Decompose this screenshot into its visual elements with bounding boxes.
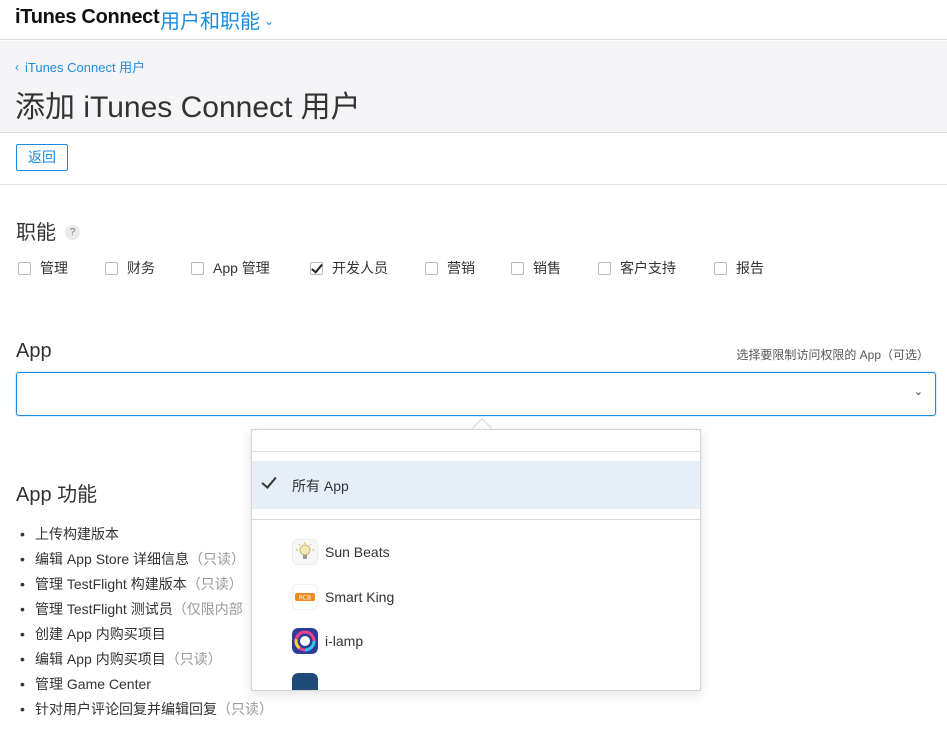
checkbox-checked[interactable] xyxy=(310,261,323,275)
roles-heading: 职能 ? xyxy=(16,216,80,245)
role-label: 管理 xyxy=(40,260,68,276)
chevron-down-icon: ⌄ xyxy=(264,14,275,28)
dropdown-item-i-lamp[interactable]: i-lamp xyxy=(252,620,700,665)
page-title: 添加 iTunes Connect 用户 xyxy=(15,91,361,124)
dropdown-item-all-apps[interactable]: 所有 App xyxy=(252,461,700,509)
page-header: ‹ iTunes Connect 用户 添加 iTunes Connect 用户 xyxy=(0,41,947,133)
svg-text:RCB: RCB xyxy=(299,595,311,602)
role-label: App 管理 xyxy=(213,260,270,276)
checkbox[interactable] xyxy=(105,261,118,275)
chevron-down-icon: ⌄ xyxy=(913,386,923,398)
smart-king-icon: RCB xyxy=(292,584,318,610)
checkmark-icon xyxy=(261,473,277,489)
features-list: • 上传构建版本 • 编辑 App Store 详细信息 （只读） • 管理 TestF… xyxy=(20,524,273,724)
role-label: 开发人员 xyxy=(332,260,388,276)
chevron-left-icon: ‹ xyxy=(15,59,19,74)
roles-title: 职能 xyxy=(16,222,56,244)
list-item: • 管理 Game Center xyxy=(20,676,151,692)
dropdown-item-smart-king[interactable]: RCB Smart King xyxy=(252,576,700,621)
role-checkbox-developer[interactable]: 开发人员 xyxy=(310,258,388,278)
breadcrumb-label: iTunes Connect 用户 xyxy=(25,60,146,75)
i-lamp-icon xyxy=(292,628,318,654)
app-label: App xyxy=(16,340,52,362)
role-checkbox-customer-support[interactable]: 客户支持 xyxy=(598,258,676,278)
checkbox[interactable] xyxy=(425,261,438,275)
sun-beats-icon xyxy=(292,539,318,565)
checkbox[interactable] xyxy=(511,261,524,275)
list-item: • 编辑 App Store 详细信息 （只读） xyxy=(20,551,246,567)
role-checkbox-app-manager[interactable]: App 管理 xyxy=(191,258,270,278)
section-menu[interactable]: 用户和职能 ⌄ xyxy=(160,5,274,34)
role-checkbox-sales[interactable]: 销售 xyxy=(511,258,561,278)
checkbox[interactable] xyxy=(18,261,31,275)
help-icon[interactable]: ? xyxy=(65,225,80,240)
app-hint: 选择要限制访问权限的 App（可选） xyxy=(736,348,929,362)
list-item: • 上传构建版本 xyxy=(20,526,119,542)
list-item: • 编辑 App 内购买项目 （只读） xyxy=(20,651,222,667)
dropdown-search-input[interactable] xyxy=(252,430,700,452)
role-checkbox-reports[interactable]: 报告 xyxy=(714,258,764,278)
roles-checkbox-group: 管理 财务 App 管理 开发人员 营销 销售 客户支持 报告 xyxy=(0,258,947,280)
dropdown-divider xyxy=(252,519,700,520)
breadcrumb[interactable]: ‹ iTunes Connect 用户 xyxy=(15,57,145,76)
checkbox[interactable] xyxy=(191,261,204,275)
list-item: • 管理 TestFlight 构建版本 （只读） xyxy=(20,576,243,592)
dropdown-item-label: 所有 App xyxy=(292,478,349,494)
role-checkbox-admin[interactable]: 管理 xyxy=(18,258,68,278)
role-checkbox-finance[interactable]: 财务 xyxy=(105,258,155,278)
top-bar: iTunes Connect 用户和职能 ⌄ xyxy=(0,0,947,40)
role-label: 财务 xyxy=(127,260,155,276)
section-menu-label: 用户和职能 xyxy=(160,11,260,33)
role-label: 销售 xyxy=(533,260,561,276)
role-label: 报告 xyxy=(736,260,764,276)
partial-app-icon xyxy=(292,673,318,690)
dropdown-item-label: Sun Beats xyxy=(325,544,390,560)
list-item: • 创建 App 内购买项目 xyxy=(20,626,166,642)
checkbox[interactable] xyxy=(714,261,727,275)
app-dropdown: 所有 App Sun Beats RCB Smart King i-lamp xyxy=(251,429,701,691)
role-checkbox-marketing[interactable]: 营销 xyxy=(425,258,475,278)
list-item: • 管理 TestFlight 测试员 （仅限内部 xyxy=(20,601,243,617)
dropdown-item-sun-beats[interactable]: Sun Beats xyxy=(252,531,700,576)
role-label: 营销 xyxy=(447,260,475,276)
divider xyxy=(0,184,947,185)
app-select[interactable]: ⌄ xyxy=(16,372,936,416)
dropdown-item-label: i-lamp xyxy=(325,633,364,649)
dropdown-item-label: Smart King xyxy=(325,589,395,605)
back-button[interactable]: 返回 xyxy=(16,144,68,171)
features-title: App 功能 xyxy=(16,484,98,506)
role-label: 客户支持 xyxy=(620,260,676,276)
dropdown-item-partial[interactable] xyxy=(252,665,700,690)
list-item: • 针对用户评论回复并编辑回复 （只读） xyxy=(20,701,273,717)
brand-title[interactable]: iTunes Connect xyxy=(15,6,160,29)
checkbox[interactable] xyxy=(598,261,611,275)
